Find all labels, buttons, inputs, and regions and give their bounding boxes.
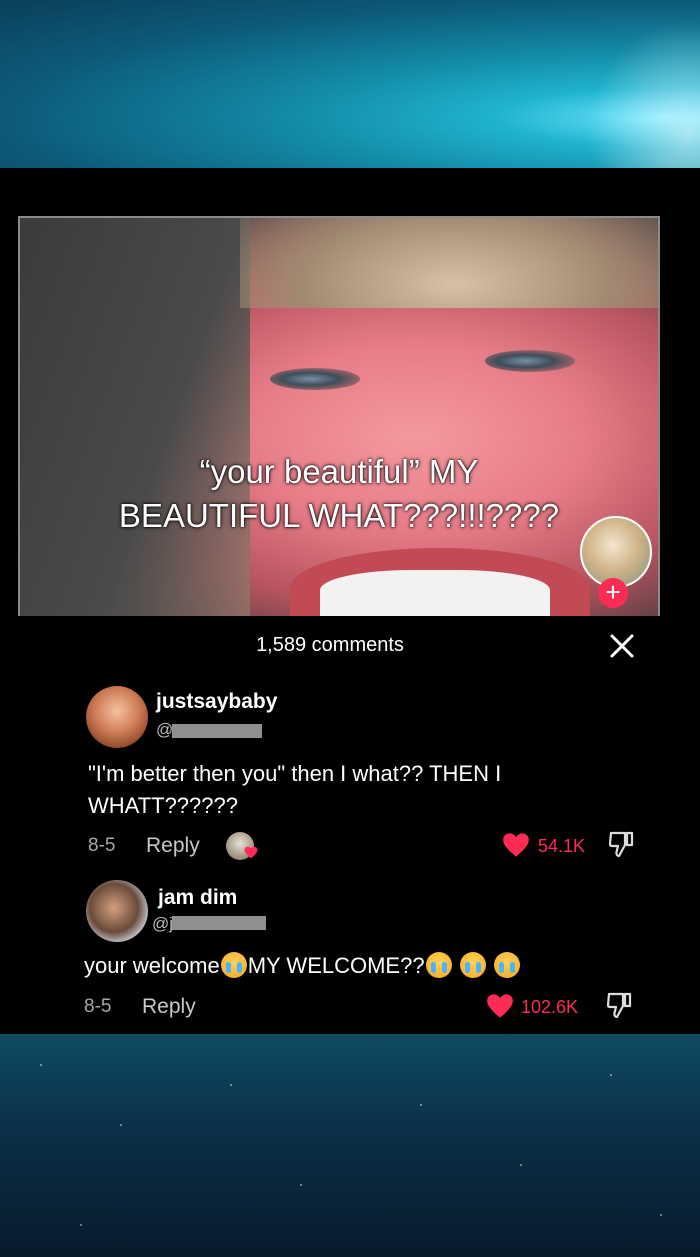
- comment-text: your welcome MY WELCOME??: [84, 950, 521, 982]
- follow-button[interactable]: +: [598, 578, 628, 608]
- comment-date: 8-5: [88, 835, 116, 856]
- video-preview[interactable]: “your beautiful” MY BEAUTIFUL WHAT???!!!…: [18, 216, 660, 616]
- redaction-bar: [172, 724, 262, 738]
- reply-button[interactable]: Reply: [142, 995, 196, 1019]
- heart-icon[interactable]: [486, 993, 514, 1019]
- comments-count-title: 1,589 comments: [256, 634, 404, 656]
- dislike-icon[interactable]: [606, 991, 632, 1019]
- like-count: 54.1K: [538, 836, 586, 856]
- background-top: [0, 0, 700, 168]
- reply-button[interactable]: Reply: [146, 834, 200, 858]
- comment-text: "I'm better then you" then I what?? THEN…: [88, 761, 502, 818]
- background-bottom: [0, 1034, 700, 1257]
- video-caption: “your beautiful” MY BEAUTIFUL WHAT???!!!…: [118, 453, 560, 534]
- comment-handle: @: [156, 720, 174, 739]
- dislike-icon[interactable]: [608, 830, 634, 858]
- redaction-bar: [172, 916, 266, 930]
- crying-emoji-icon: [220, 952, 247, 978]
- crying-emoji-icon: [425, 952, 452, 978]
- crying-emoji-icon: [493, 952, 520, 978]
- crying-emoji-icon: [459, 952, 486, 978]
- comment-username[interactable]: justsaybaby: [156, 690, 277, 714]
- creator-liked-heart-icon: [244, 846, 258, 859]
- close-icon[interactable]: [608, 632, 636, 660]
- avatar[interactable]: [86, 686, 148, 748]
- comment-handle: @j: [152, 914, 174, 933]
- heart-icon[interactable]: [502, 832, 530, 858]
- comment-date: 8-5: [84, 996, 112, 1017]
- like-count: 102.6K: [521, 997, 579, 1017]
- plus-icon: +: [605, 577, 621, 607]
- avatar[interactable]: [86, 880, 148, 942]
- comment-username[interactable]: jam dim: [158, 886, 237, 910]
